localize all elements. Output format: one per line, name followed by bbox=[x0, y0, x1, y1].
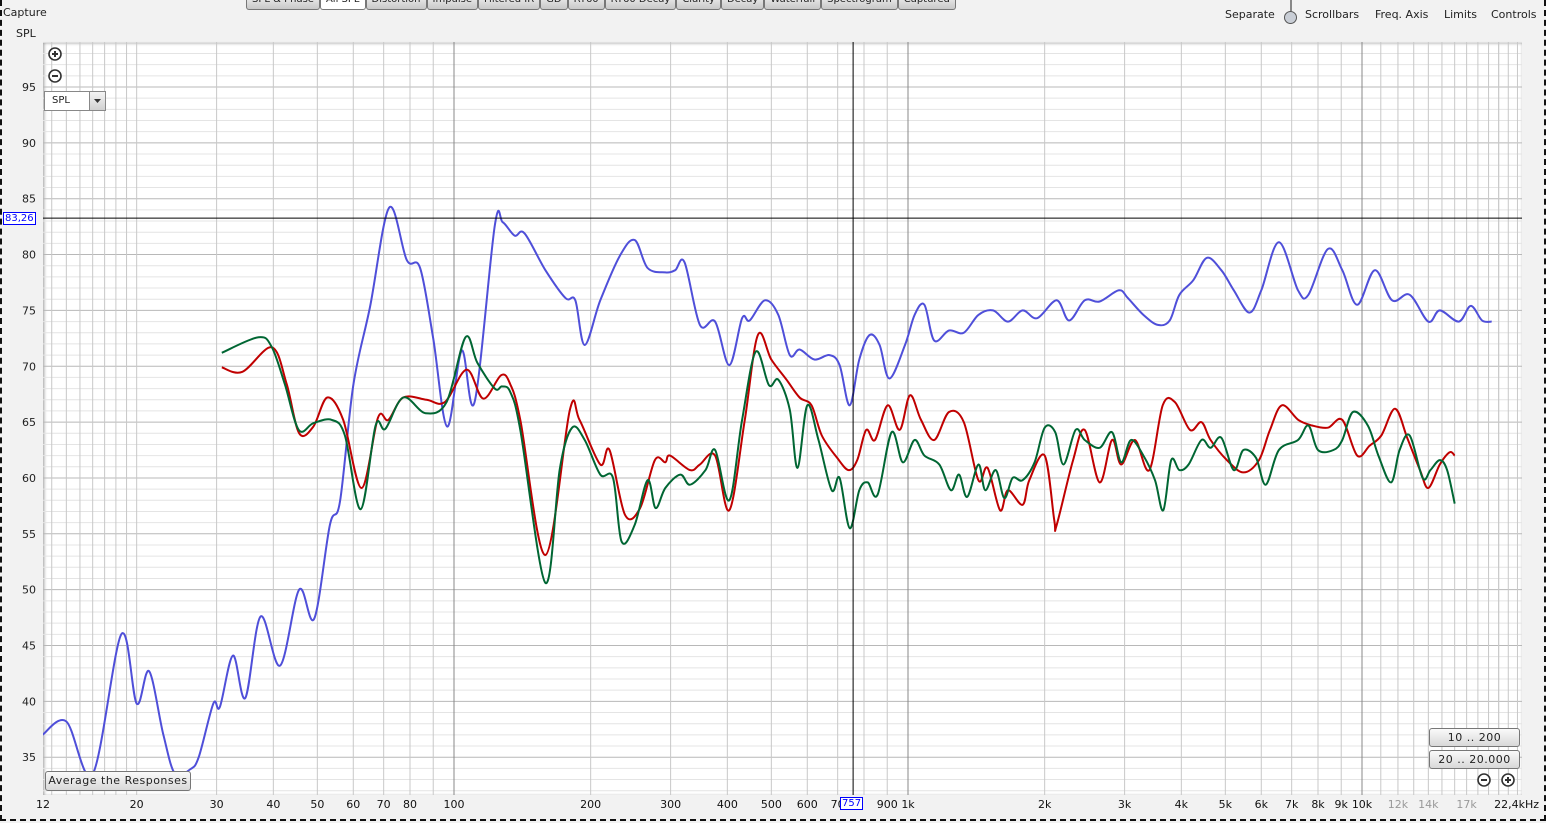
zoom-in-vertical-icon[interactable] bbox=[48, 47, 62, 61]
y-tick-label: 45 bbox=[22, 640, 36, 653]
zoom-out-horizontal-icon[interactable] bbox=[1477, 773, 1491, 787]
x-tick-label: 30 bbox=[210, 798, 224, 811]
x-tick-label: 9k bbox=[1335, 798, 1349, 811]
x-tick-label: 70 bbox=[377, 798, 391, 811]
x-tick-label: 400 bbox=[717, 798, 738, 811]
x-tick-label: 4k bbox=[1175, 798, 1189, 811]
y-axis-select-value: SPL bbox=[52, 95, 70, 106]
x-tick-label: 8k bbox=[1311, 798, 1325, 811]
cursor-freq-label: 757 bbox=[840, 797, 864, 810]
y-tick-label: 80 bbox=[22, 249, 36, 262]
x-tick-label: 6k bbox=[1255, 798, 1269, 811]
y-tick-label: 75 bbox=[22, 304, 36, 317]
zoom-out-vertical-icon[interactable] bbox=[48, 69, 62, 83]
x-tick-label: 12 bbox=[36, 798, 50, 811]
y-tick-label: 95 bbox=[22, 81, 36, 94]
grid bbox=[43, 41, 1522, 795]
y-tick-label: 40 bbox=[22, 695, 36, 708]
x-tick-label: 100 bbox=[444, 798, 465, 811]
x-tick-label: 10k bbox=[1352, 798, 1373, 811]
y-tick-label: 85 bbox=[22, 193, 36, 206]
y-tick-label: 55 bbox=[22, 528, 36, 541]
x-tick-label: 22,4kHz bbox=[1494, 798, 1539, 811]
x-tick-label: 40 bbox=[266, 798, 280, 811]
y-tick-label: 65 bbox=[22, 416, 36, 429]
y-tick-label: 90 bbox=[22, 137, 36, 150]
y-tick-label: 50 bbox=[22, 584, 36, 597]
x-tick-label: 500 bbox=[761, 798, 782, 811]
x-tick-label: 300 bbox=[660, 798, 681, 811]
x-tick-label: 900 bbox=[877, 798, 898, 811]
x-tick-label: 600 bbox=[797, 798, 818, 811]
x-tick-label: 60 bbox=[346, 798, 360, 811]
zoom-in-horizontal-icon[interactable] bbox=[1501, 773, 1515, 787]
x-tick-label: 50 bbox=[310, 798, 324, 811]
cursor-spl-label: 83,26 bbox=[3, 212, 36, 225]
spl-chart: 95 90 85 80 75 70 65 60 55 50 45 40 35 12 20 30 40 50 60 70… bbox=[22, 41, 1539, 811]
x-tick-label: 14k bbox=[1418, 798, 1439, 811]
x-tick-label: 80 bbox=[403, 798, 417, 811]
y-axis-select[interactable]: SPL bbox=[44, 91, 106, 111]
y-tick-label: 70 bbox=[22, 360, 36, 373]
y-tick-label: 35 bbox=[22, 751, 36, 764]
x-tick-label: 17k bbox=[1456, 798, 1477, 811]
average-responses-button[interactable]: Average the Responses bbox=[45, 771, 191, 791]
range-10-200-button[interactable]: 10 .. 200 bbox=[1429, 728, 1520, 747]
y-tick-label: 60 bbox=[22, 472, 36, 485]
chevron-down-icon[interactable] bbox=[89, 92, 105, 110]
x-tick-label: 3k bbox=[1118, 798, 1132, 811]
x-tick-label: 5k bbox=[1219, 798, 1233, 811]
x-tick-label: 20 bbox=[130, 798, 144, 811]
x-tick-label: 2k bbox=[1038, 798, 1052, 811]
x-tick-label: 12k bbox=[1388, 798, 1409, 811]
x-tick-label: 1k bbox=[901, 798, 915, 811]
range-20-20000-button[interactable]: 20 .. 20.000 bbox=[1429, 750, 1520, 769]
x-tick-label: 200 bbox=[580, 798, 601, 811]
x-tick-label: 7k bbox=[1285, 798, 1299, 811]
series-line-blue bbox=[43, 206, 1492, 778]
